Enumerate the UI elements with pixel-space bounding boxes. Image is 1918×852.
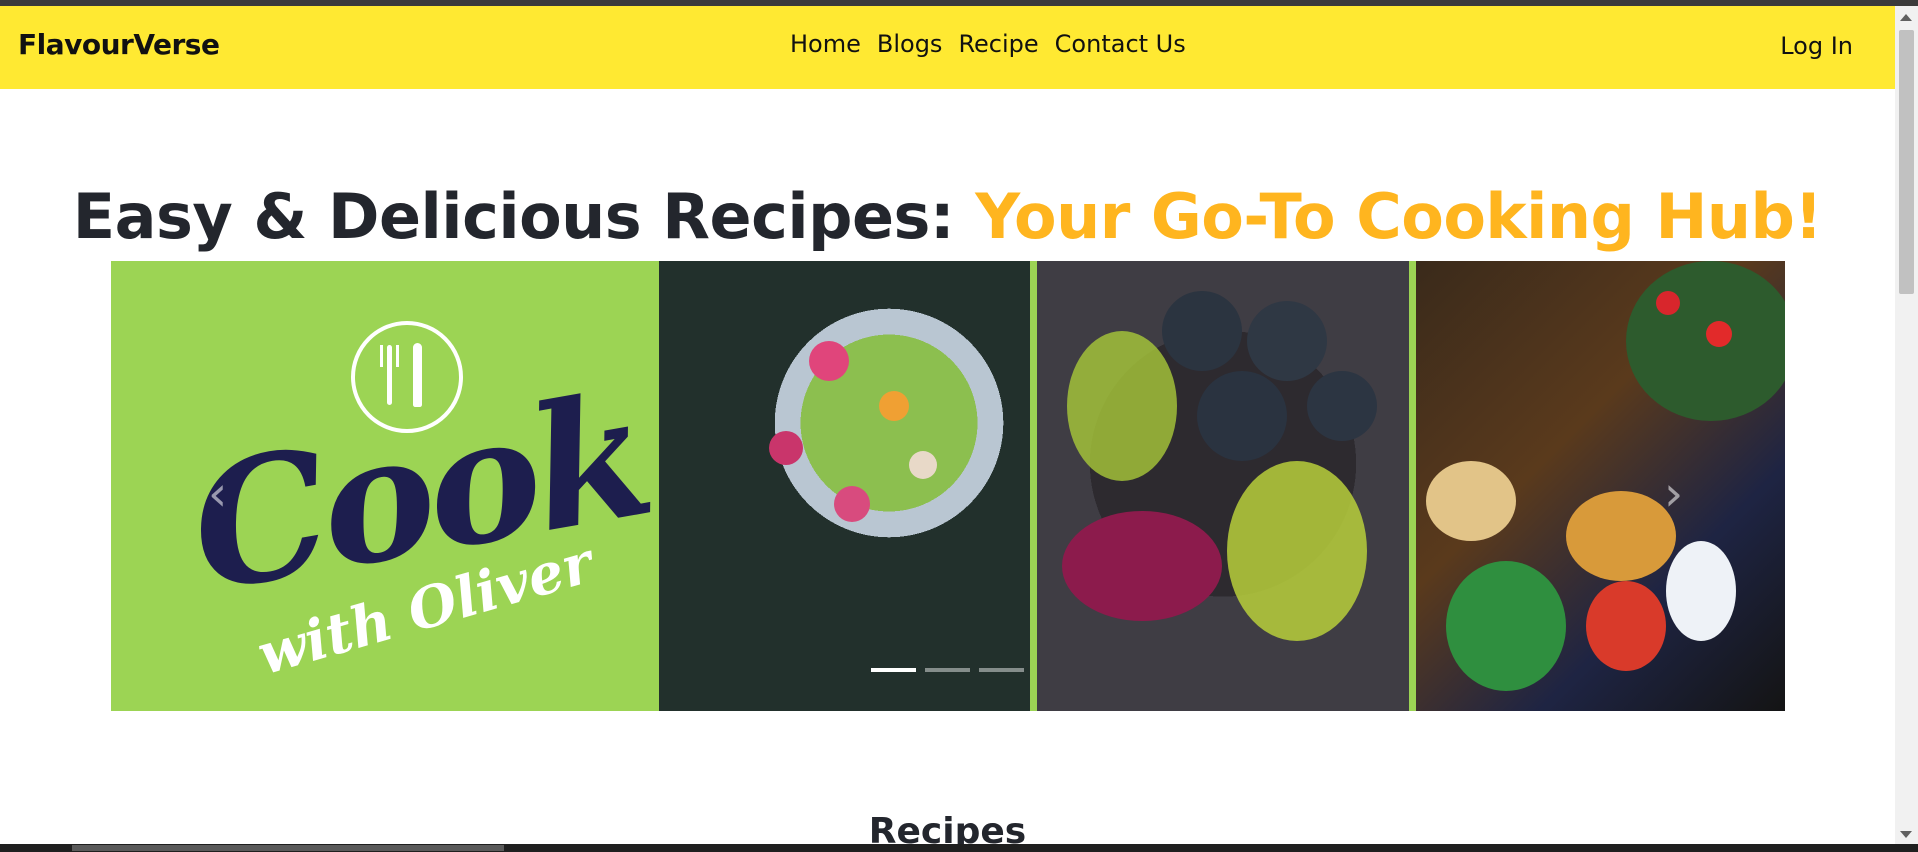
horizontal-scroll-thumb[interactable]	[72, 845, 504, 851]
carousel-indicator-3[interactable]	[979, 668, 1024, 672]
nav-blogs[interactable]: Blogs	[877, 30, 943, 58]
horizontal-scrollbar[interactable]	[0, 844, 1918, 852]
main-nav: Home Blogs Recipe Contact Us	[790, 30, 1186, 58]
panel-divider	[1030, 261, 1037, 711]
hero-title-accent: Your Go-To Cooking Hub!	[975, 179, 1823, 253]
food-image-chickpea-bowl	[1416, 261, 1785, 711]
brand-logo[interactable]: FlavourVerse	[18, 28, 220, 61]
carousel-indicator-2[interactable]	[925, 668, 970, 672]
scroll-down-icon[interactable]	[1900, 831, 1912, 838]
food-image-salad-bowl	[659, 261, 1030, 711]
carousel-indicators	[871, 668, 1024, 672]
scroll-up-icon[interactable]	[1900, 14, 1912, 21]
hero-title: Easy & Delicious Recipes: Your Go-To Coo…	[0, 180, 1895, 253]
carousel-prev-icon[interactable]: ‹	[208, 466, 227, 522]
carousel-next-icon[interactable]: ›	[1664, 466, 1683, 522]
nav-recipe[interactable]: Recipe	[958, 30, 1038, 58]
login-link[interactable]: Log In	[1780, 32, 1853, 60]
carousel-indicator-1[interactable]	[871, 668, 916, 672]
navbar: FlavourVerse Home Blogs Recipe Contact U…	[0, 6, 1895, 89]
panel-divider	[1409, 261, 1416, 711]
vertical-scroll-thumb[interactable]	[1899, 30, 1914, 294]
nav-contact-us[interactable]: Contact Us	[1055, 30, 1186, 58]
nav-home[interactable]: Home	[790, 30, 861, 58]
vertical-scrollbar[interactable]	[1895, 6, 1918, 846]
image-carousel[interactable]: Cook with Oliver ‹ ›	[111, 261, 1785, 711]
hero-title-main: Easy & Delicious Recipes:	[72, 179, 976, 253]
cook-with-oliver-logo-panel: Cook with Oliver	[111, 261, 661, 711]
food-image-zoodles-bowl	[1037, 261, 1409, 711]
